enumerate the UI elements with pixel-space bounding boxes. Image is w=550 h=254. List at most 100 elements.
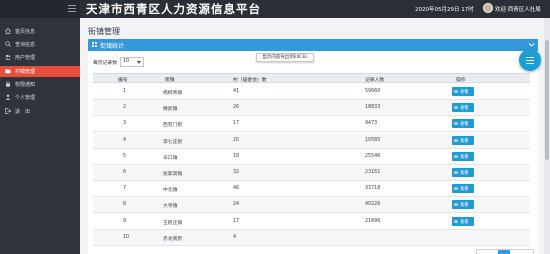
cell-villages: 41 [233,89,240,94]
cell-villages: 4 [233,234,237,240]
cell-id: 4 [123,137,127,143]
cell-records: 23161 [365,170,381,175]
scrollbar-thumb[interactable] [545,40,549,160]
cell-villages: 46 [233,186,240,192]
sidebar-item-label: 首页信息 [15,29,36,35]
per-page-select[interactable]: 10 [120,57,144,67]
cell-id: 5 [123,153,127,159]
menu-toggle-icon[interactable] [68,5,76,12]
table-row: 5 辛口镇 18 25546 查看 [93,149,530,165]
eye-icon [454,171,458,174]
eye-icon [454,138,458,142]
cell-id: 6 [123,170,127,175]
eye-icon [454,90,458,93]
view-button[interactable]: 查看 [452,151,474,161]
cell-town: 辛口镇 [163,155,178,161]
chevron-down-icon[interactable] [528,41,535,48]
lock-icon [6,81,10,87]
table-header: 编号 街镇 村（居委会）数 记录人数 操作 [93,73,530,83]
sidebar-item-permissions[interactable]: 权限通知 [0,79,80,90]
sidebar-item-users[interactable]: 用户管理 [0,52,80,63]
cell-records: 40226 [365,202,381,208]
folder-icon [5,69,11,74]
search-icon [5,41,11,47]
sidebar-item-label: 个人管理 [15,95,36,101]
view-button[interactable]: 查看 [452,184,474,194]
table-row: 1 杨柳青镇 41 59660 查看 [93,84,530,100]
cell-records: 9473 [365,121,378,127]
cell-id: 7 [123,186,127,192]
cell-records: 59660 [365,89,381,94]
view-button-label: 查看 [460,154,469,160]
logout-icon [5,108,11,114]
sidebar-item-towns[interactable]: 村镇管理 [0,66,80,77]
view-button-label: 查看 [460,219,469,225]
column-header-id[interactable]: 编号 [118,76,128,83]
table-row: 10 赤龙南街 4 [93,229,530,246]
view-button-label: 查看 [460,90,469,95]
eye-icon [454,187,458,190]
person-icon [5,94,11,100]
pagination[interactable] [476,249,534,254]
column-header-records[interactable]: 记录人数 [365,76,384,83]
cell-town: 李七庄街 [163,139,183,145]
view-button-label: 查看 [460,171,469,176]
cell-villages: 17 [233,121,240,127]
cell-id: 3 [123,121,127,127]
page-title: 街镇管理 [88,27,120,36]
site-title: 天津市西青区人力资源信息平台 [86,2,261,16]
view-button[interactable]: 查看 [452,216,474,226]
sidebar-item-query[interactable]: 查询信息 [0,39,80,50]
cell-records: 21696 [365,218,381,224]
cell-town: 精武镇 [163,107,178,113]
cell-town: 王稳庄镇 [163,220,183,226]
view-button-label: 查看 [460,203,469,209]
sidebar-item-logout[interactable]: 退 出 [0,106,80,117]
avatar[interactable] [483,3,493,13]
view-button[interactable]: 查看 [452,168,474,177]
table-row: 6 张家窝镇 32 23161 查看 [93,165,530,181]
cell-id: 8 [123,202,127,208]
sidebar-item-personal[interactable]: 个人管理 [0,92,80,103]
view-button[interactable]: 查看 [452,119,474,129]
table-row: 4 李七庄街 20 10585 查看 [93,132,530,149]
brand-area [0,0,80,18]
top-header: 天津市西青区人力资源信息平台 2020年05月29日 17时 欢迎 西青区人社局 [0,0,550,18]
cell-records: 10585 [365,137,381,143]
sidebar-item-label: 查询信息 [15,42,36,48]
sidebar-item-home[interactable]: 首页信息 [0,26,80,37]
cell-town: 张家窝镇 [163,172,183,177]
pagination-current-page[interactable] [498,250,510,254]
cell-town: 西营门街 [163,123,183,129]
cell-villages: 32 [233,170,240,175]
cell-id: 2 [123,105,127,111]
current-date: 2020年05月29日 17时 [415,7,474,13]
sidebar-item-label: 权限通知 [15,82,36,88]
cell-villages: 20 [233,137,240,143]
view-button[interactable]: 查看 [452,103,474,113]
view-button[interactable]: 查看 [452,200,474,210]
sidebar-item-label: 用户管理 [15,55,36,61]
eye-icon [454,203,458,207]
view-button[interactable]: 查看 [452,87,474,96]
eye-icon [454,106,458,109]
view-button[interactable]: 查看 [452,135,474,145]
column-header-action: 操作 [456,78,466,83]
panel-header: 街镇统计 [88,39,538,51]
floating-menu-button[interactable] [519,49,541,71]
per-page-value: 10 [123,59,130,64]
home-icon [5,28,11,34]
cell-town: 杨柳青镇 [163,91,183,96]
view-button-label: 查看 [460,187,469,193]
view-button-label: 查看 [460,106,469,112]
chevron-down-icon [137,61,141,64]
eye-icon [454,154,458,158]
user-greeting[interactable]: 欢迎 西青区人社局 [495,5,541,13]
cell-villages: 24 [233,202,240,208]
column-header-town[interactable]: 街镇 [165,76,175,83]
cell-id: 9 [123,218,127,224]
column-header-villages[interactable]: 村（居委会）数 [233,76,267,83]
user-group-icon [5,54,11,60]
table-row: 3 西营门街 17 9473 查看 [93,116,530,133]
sidebar-item-label: 村镇管理 [15,69,36,75]
